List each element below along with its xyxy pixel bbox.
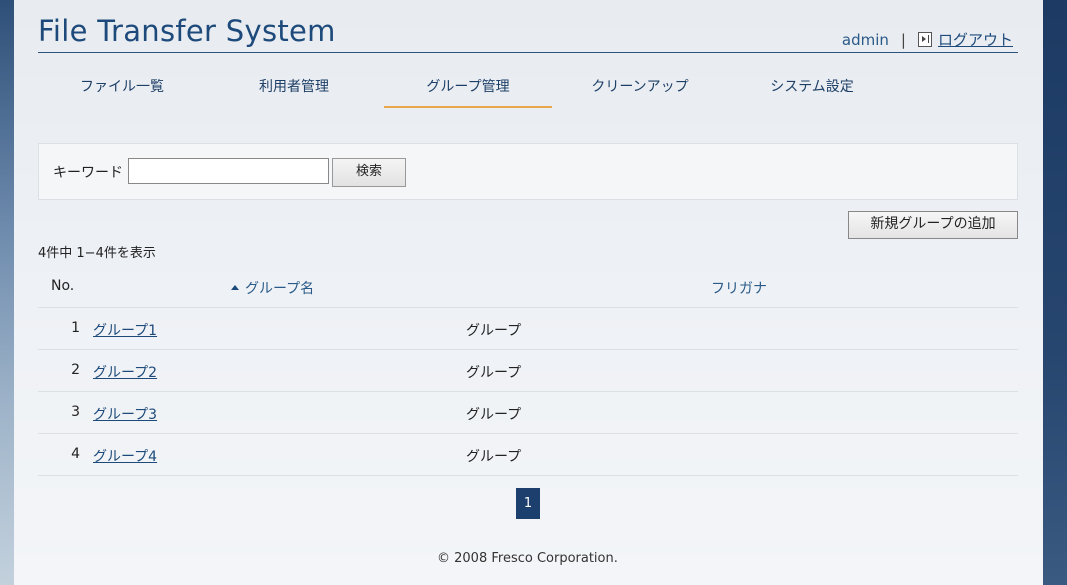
keyword-label: キーワード xyxy=(53,165,123,181)
group-kana: グループ xyxy=(466,449,522,465)
logout-link[interactable]: ログアウト xyxy=(938,29,1013,50)
group-kana: グループ xyxy=(466,407,522,423)
header-kana[interactable]: フリガナ xyxy=(711,278,767,298)
table-row: 2 グループ2 グループ xyxy=(38,350,1018,392)
table-row: 3 グループ3 グループ xyxy=(38,392,1018,434)
row-number: 1 xyxy=(71,320,80,336)
group-name-link[interactable]: グループ2 xyxy=(93,362,157,382)
row-number: 4 xyxy=(71,446,80,462)
app-title: File Transfer System xyxy=(38,14,336,48)
header-group-name-label: グループ名 xyxy=(245,281,315,297)
title-divider xyxy=(38,52,1018,53)
header-no: No. xyxy=(51,278,75,294)
result-count: 4件中 1−4件を表示 xyxy=(38,246,156,261)
add-group-button[interactable]: 新規グループの追加 xyxy=(848,211,1018,239)
group-table: No. グループ名 フリガナ 1 グループ1 グループ 2 グループ2 グループ… xyxy=(38,265,1018,476)
page-1-button[interactable]: 1 xyxy=(516,488,540,519)
group-kana: グループ xyxy=(466,323,522,339)
username: admin xyxy=(841,30,889,49)
sort-ascending-icon xyxy=(231,284,239,290)
row-number: 3 xyxy=(71,404,80,420)
background-strip xyxy=(1043,0,1067,585)
search-button[interactable]: 検索 xyxy=(332,158,406,187)
logout-icon[interactable] xyxy=(917,32,932,47)
tab-cleanup[interactable]: クリーンアップ xyxy=(556,70,724,106)
search-panel: キーワード 検索 xyxy=(38,143,1018,200)
group-kana: グループ xyxy=(466,365,522,381)
main-nav: ファイル一覧 利用者管理 グループ管理 クリーンアップ システム設定 xyxy=(38,70,898,108)
group-name-link[interactable]: グループ4 xyxy=(93,446,157,466)
copyright: © 2008 Fresco Corporation. xyxy=(437,551,618,566)
group-name-link[interactable]: グループ3 xyxy=(93,404,157,424)
keyword-input[interactable] xyxy=(128,158,329,184)
table-row: 4 グループ4 グループ xyxy=(38,434,1018,476)
user-separator: | xyxy=(900,30,906,49)
user-area: admin | ログアウト xyxy=(842,29,1013,50)
tab-user-management[interactable]: 利用者管理 xyxy=(210,70,378,106)
table-row: 1 グループ1 グループ xyxy=(38,308,1018,350)
group-name-link[interactable]: グループ1 xyxy=(93,320,157,340)
header-group-name[interactable]: グループ名 xyxy=(231,278,314,298)
tab-group-management[interactable]: グループ管理 xyxy=(384,70,552,108)
tab-file-list[interactable]: ファイル一覧 xyxy=(38,70,206,106)
table-header: No. グループ名 フリガナ xyxy=(38,265,1018,308)
tab-system-settings[interactable]: システム設定 xyxy=(728,70,896,106)
row-number: 2 xyxy=(71,362,80,378)
